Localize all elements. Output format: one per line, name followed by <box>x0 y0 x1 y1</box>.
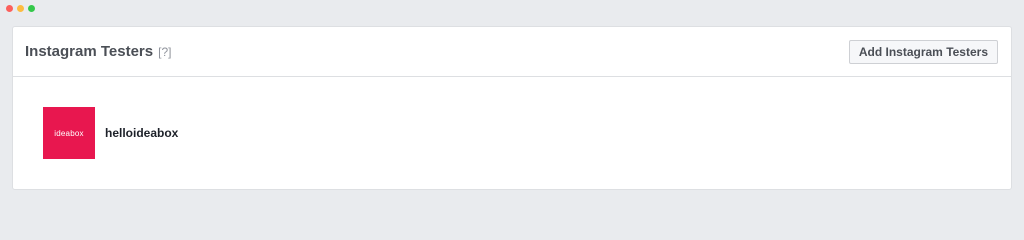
maximize-window-button[interactable] <box>28 5 35 12</box>
panel-title: Instagram Testers <box>25 43 154 60</box>
window-titlebar <box>0 0 1024 18</box>
close-window-button[interactable] <box>6 5 13 12</box>
testers-list: ideabox helloideabox <box>13 77 1011 190</box>
title-group: Instagram Testers [?] <box>25 43 171 60</box>
instagram-testers-panel: Instagram Testers [?] Add Instagram Test… <box>12 26 1012 190</box>
add-instagram-testers-button[interactable]: Add Instagram Testers <box>848 39 998 64</box>
help-link[interactable]: [?] <box>158 45 171 59</box>
window-controls <box>6 5 35 12</box>
tester-item[interactable]: ideabox helloideabox <box>43 107 178 159</box>
panel-header: Instagram Testers [?] Add Instagram Test… <box>13 27 1011 77</box>
minimize-window-button[interactable] <box>17 5 24 12</box>
tester-username[interactable]: helloideabox <box>105 126 178 140</box>
avatar: ideabox <box>43 107 95 159</box>
app-window: Instagram Testers [?] Add Instagram Test… <box>0 0 1024 200</box>
avatar-logo-text: ideabox <box>54 128 84 138</box>
